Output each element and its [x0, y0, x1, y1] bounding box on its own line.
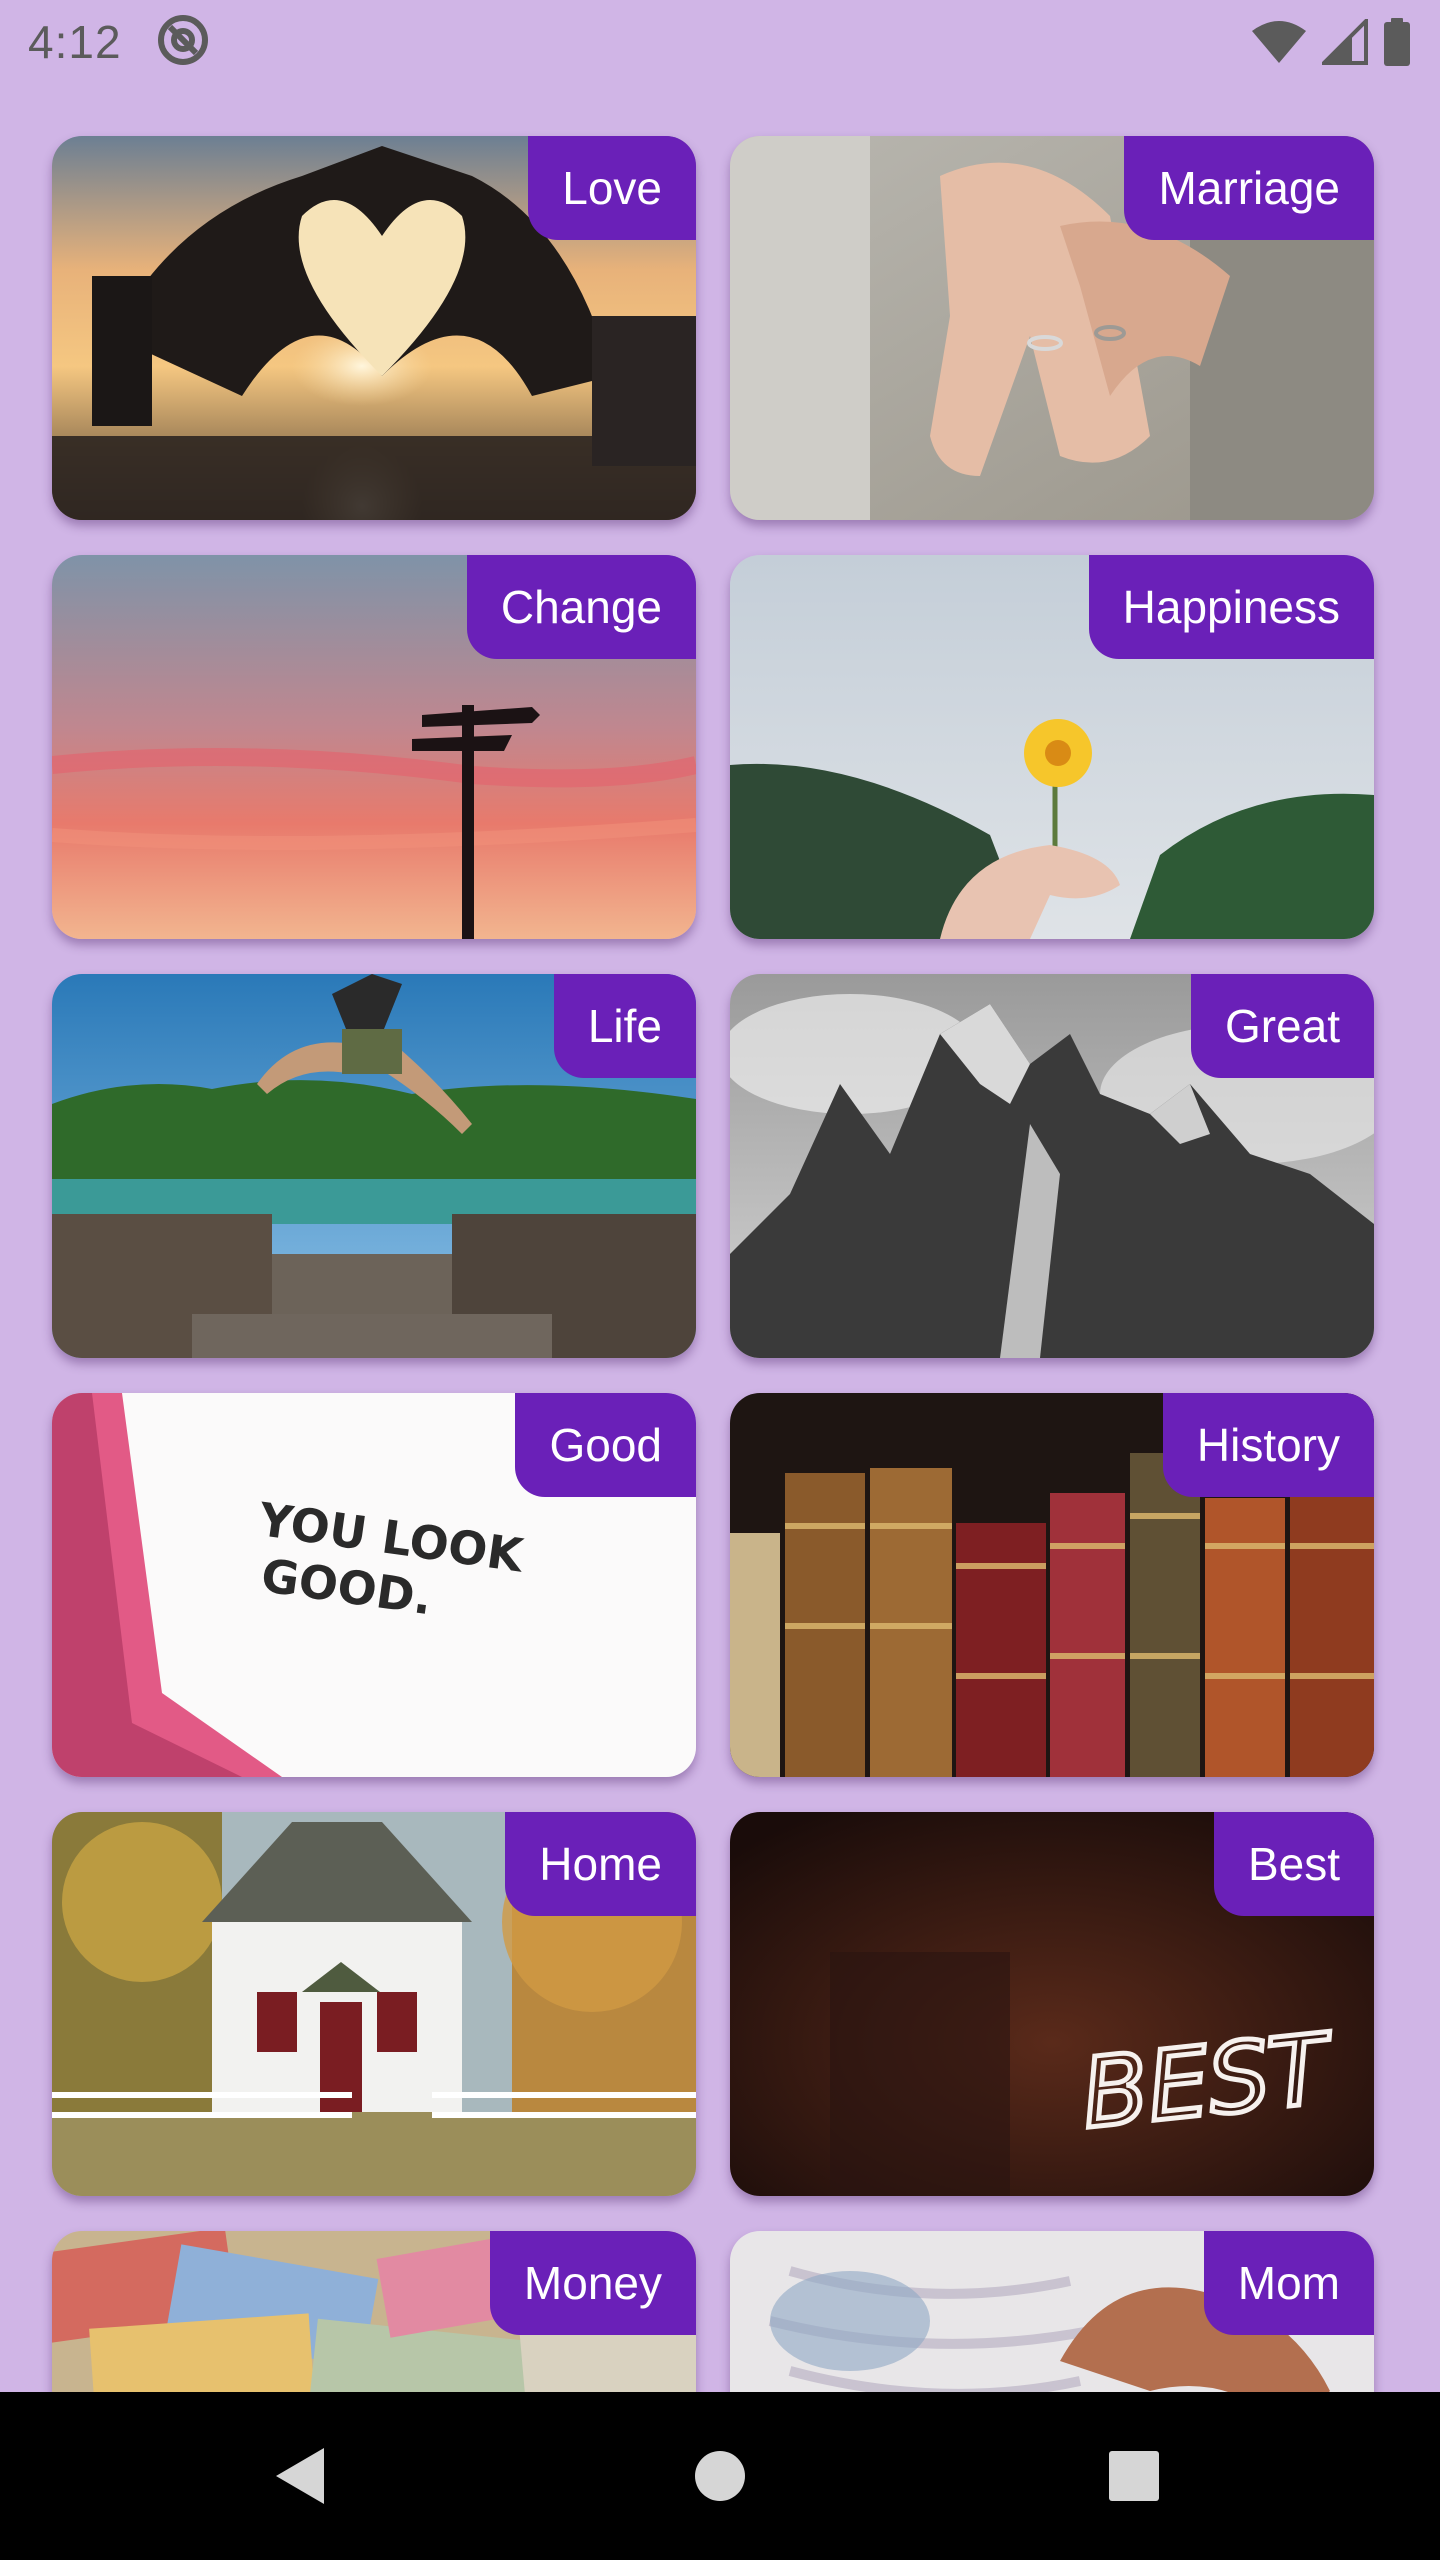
status-left: 4:12: [28, 13, 210, 72]
category-card-happiness[interactable]: Happiness: [730, 555, 1374, 939]
category-label: History: [1162, 1393, 1374, 1497]
category-label: Great: [1190, 974, 1374, 1078]
status-bar: 4:12: [0, 0, 1440, 84]
category-card-change[interactable]: Change: [52, 555, 696, 939]
at-sign-icon: [156, 13, 210, 72]
status-time: 4:12: [28, 16, 122, 68]
recents-icon[interactable]: [1108, 2450, 1160, 2502]
category-card-best[interactable]: BEST Best: [730, 1812, 1374, 2196]
category-label: Mom: [1203, 2231, 1374, 2335]
category-card-great[interactable]: Great: [730, 974, 1374, 1358]
status-right: [1250, 18, 1412, 66]
category-grid: Love Marriage Change Happiness Life Grea…: [52, 136, 1374, 2560]
wifi-icon: [1250, 19, 1308, 65]
category-label: Home: [505, 1812, 696, 1916]
category-label: Change: [466, 555, 696, 659]
battery-icon: [1382, 18, 1412, 66]
cellular-signal-icon: [1322, 19, 1368, 65]
category-label: Marriage: [1124, 136, 1374, 240]
back-icon[interactable]: [272, 2446, 328, 2506]
category-label: Best: [1213, 1812, 1374, 1916]
category-card-home[interactable]: Home: [52, 1812, 696, 2196]
category-card-life[interactable]: Life: [52, 974, 696, 1358]
category-label: Money: [489, 2231, 696, 2335]
home-icon[interactable]: [693, 2449, 747, 2503]
category-card-good[interactable]: YOU LOOK GOOD. Good: [52, 1393, 696, 1777]
category-card-history[interactable]: History: [730, 1393, 1374, 1777]
category-card-love[interactable]: Love: [52, 136, 696, 520]
category-label: Love: [528, 136, 696, 240]
category-card-marriage[interactable]: Marriage: [730, 136, 1374, 520]
category-label: Good: [515, 1393, 696, 1497]
navigation-bar: [0, 2392, 1440, 2560]
category-label: Life: [553, 974, 696, 1078]
category-label: Happiness: [1088, 555, 1374, 659]
